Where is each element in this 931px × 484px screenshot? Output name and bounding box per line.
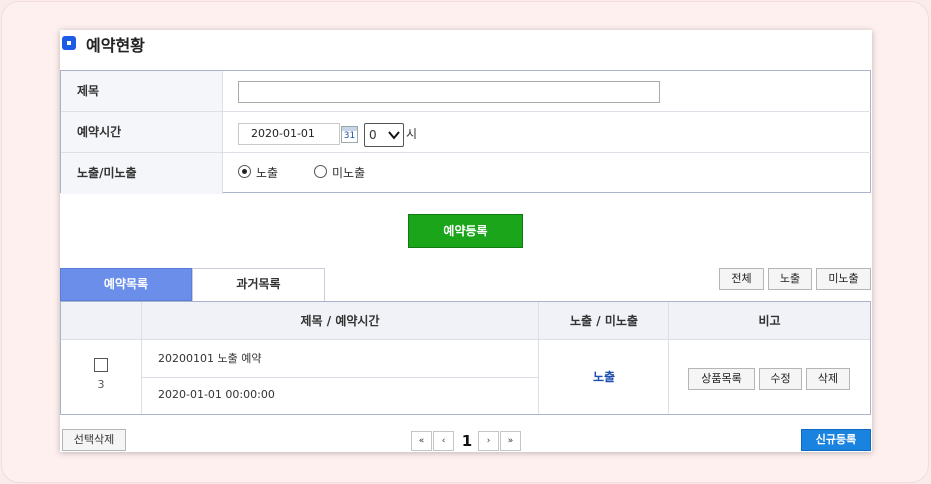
first-page-button[interactable]: « — [411, 431, 432, 451]
delete-selected-button[interactable]: 선택삭제 — [62, 429, 126, 451]
row-number: 3 — [97, 378, 105, 391]
form-row-expose: 노출/미노출 노출 미노출 — [61, 153, 871, 194]
column-divider — [668, 302, 669, 414]
radio-hide[interactable] — [314, 165, 327, 178]
delete-button[interactable]: 삭제 — [806, 368, 850, 390]
column-divider — [538, 302, 539, 414]
expose-label: 노출/미노출 — [61, 153, 223, 194]
form-row-title: 제목 — [61, 71, 871, 112]
reservation-form: 제목 예약시간 2020-01-01 31 0 시 노출/미노출 노출 미노출 — [60, 70, 871, 194]
chevron-down-icon — [388, 131, 400, 140]
hour-select[interactable]: 0 — [364, 123, 404, 147]
header-expose: 노출 / 미노출 — [570, 314, 638, 328]
cell-divider — [142, 377, 538, 378]
row-status-link[interactable]: 노출 — [539, 368, 669, 385]
register-reservation-button[interactable]: 예약등록 — [408, 214, 523, 248]
column-divider — [141, 302, 142, 414]
current-page[interactable]: 1 — [454, 430, 480, 452]
date-input[interactable]: 2020-01-01 — [238, 123, 340, 145]
filter-expose-button[interactable]: 노출 — [768, 268, 812, 290]
page-title: 예약현황 — [86, 36, 145, 55]
row-checkbox[interactable] — [94, 358, 108, 372]
product-list-button[interactable]: 상품목록 — [688, 368, 755, 390]
filter-all-button[interactable]: 전체 — [719, 268, 764, 290]
last-page-button[interactable]: » — [500, 431, 521, 451]
title-label: 제목 — [61, 71, 223, 111]
next-page-button[interactable]: › — [478, 431, 499, 451]
bottom-bar: 선택삭제 « ‹ 1 › » 신규등록 — [60, 429, 872, 451]
reservation-table: 제목 / 예약시간 노출 / 미노출 비고 3 20200101 노출 예약 2… — [60, 301, 871, 415]
time-label: 예약시간 — [61, 112, 223, 152]
section-square-icon — [62, 36, 76, 50]
radio-expose[interactable] — [238, 165, 251, 178]
reservation-panel: 예약현황 제목 예약시간 2020-01-01 31 0 시 노출/미노출 노출… — [60, 30, 872, 452]
header-note: 비고 — [758, 314, 781, 328]
radio-hide-label: 미노출 — [332, 166, 366, 180]
header-title-time: 제목 / 예약시간 — [300, 314, 380, 328]
tab-past-list[interactable]: 과거목록 — [192, 268, 325, 301]
title-input[interactable] — [238, 81, 660, 103]
title-bar: 예약현황 — [60, 30, 872, 70]
filter-hide-button[interactable]: 미노출 — [816, 268, 871, 290]
row-title: 20200101 노출 예약 — [158, 352, 262, 365]
table-header: 제목 / 예약시간 노출 / 미노출 비고 — [61, 302, 870, 340]
edit-button[interactable]: 수정 — [759, 368, 802, 390]
form-row-time: 예약시간 2020-01-01 31 0 시 — [61, 112, 871, 153]
new-registration-button[interactable]: 신규등록 — [801, 429, 871, 451]
radio-expose-label: 노출 — [256, 166, 279, 180]
row-time: 2020-01-01 00:00:00 — [158, 388, 275, 401]
tab-reservation-list[interactable]: 예약목록 — [60, 268, 192, 301]
hour-unit-label: 시 — [406, 127, 418, 141]
prev-page-button[interactable]: ‹ — [433, 431, 454, 451]
calendar-icon[interactable]: 31 — [341, 126, 358, 143]
hour-select-value: 0 — [369, 128, 377, 142]
